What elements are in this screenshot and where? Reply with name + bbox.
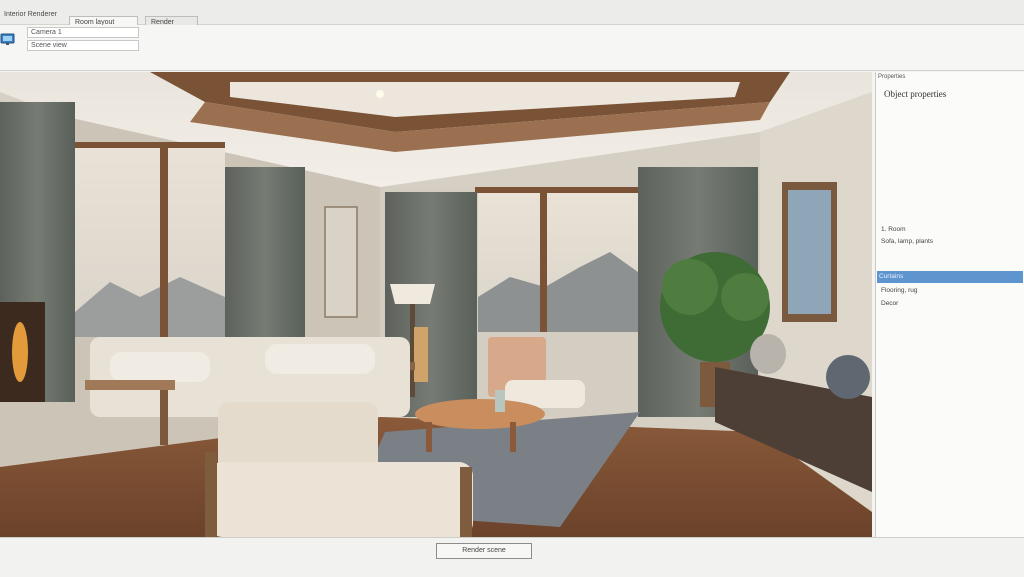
panel-item-curtains[interactable]: Curtains — [877, 271, 1023, 283]
camera-field[interactable]: Camera 1 — [27, 27, 139, 38]
panel-item-furniture[interactable]: Sofa, lamp, plants — [879, 236, 1023, 248]
toolbar — [0, 25, 1024, 71]
panel-item-decor[interactable]: Decor — [879, 298, 1023, 310]
rendered-room-image — [0, 72, 872, 537]
render-scene-button[interactable]: Render scene — [436, 543, 532, 559]
panel-header: Properties — [878, 74, 906, 80]
panel-item-flooring[interactable]: Flooring, rug — [879, 285, 1023, 297]
monitor-icon[interactable] — [0, 32, 16, 46]
properties-panel: Properties Object properties 1. Room Sof… — [875, 72, 1024, 537]
view-field[interactable]: Scene view — [27, 40, 139, 51]
window-title: Interior Renderer — [4, 11, 57, 18]
panel-item-room[interactable]: 1. Room — [879, 224, 1023, 236]
panel-title: Object properties — [884, 89, 947, 99]
render-viewport[interactable] — [0, 72, 872, 537]
